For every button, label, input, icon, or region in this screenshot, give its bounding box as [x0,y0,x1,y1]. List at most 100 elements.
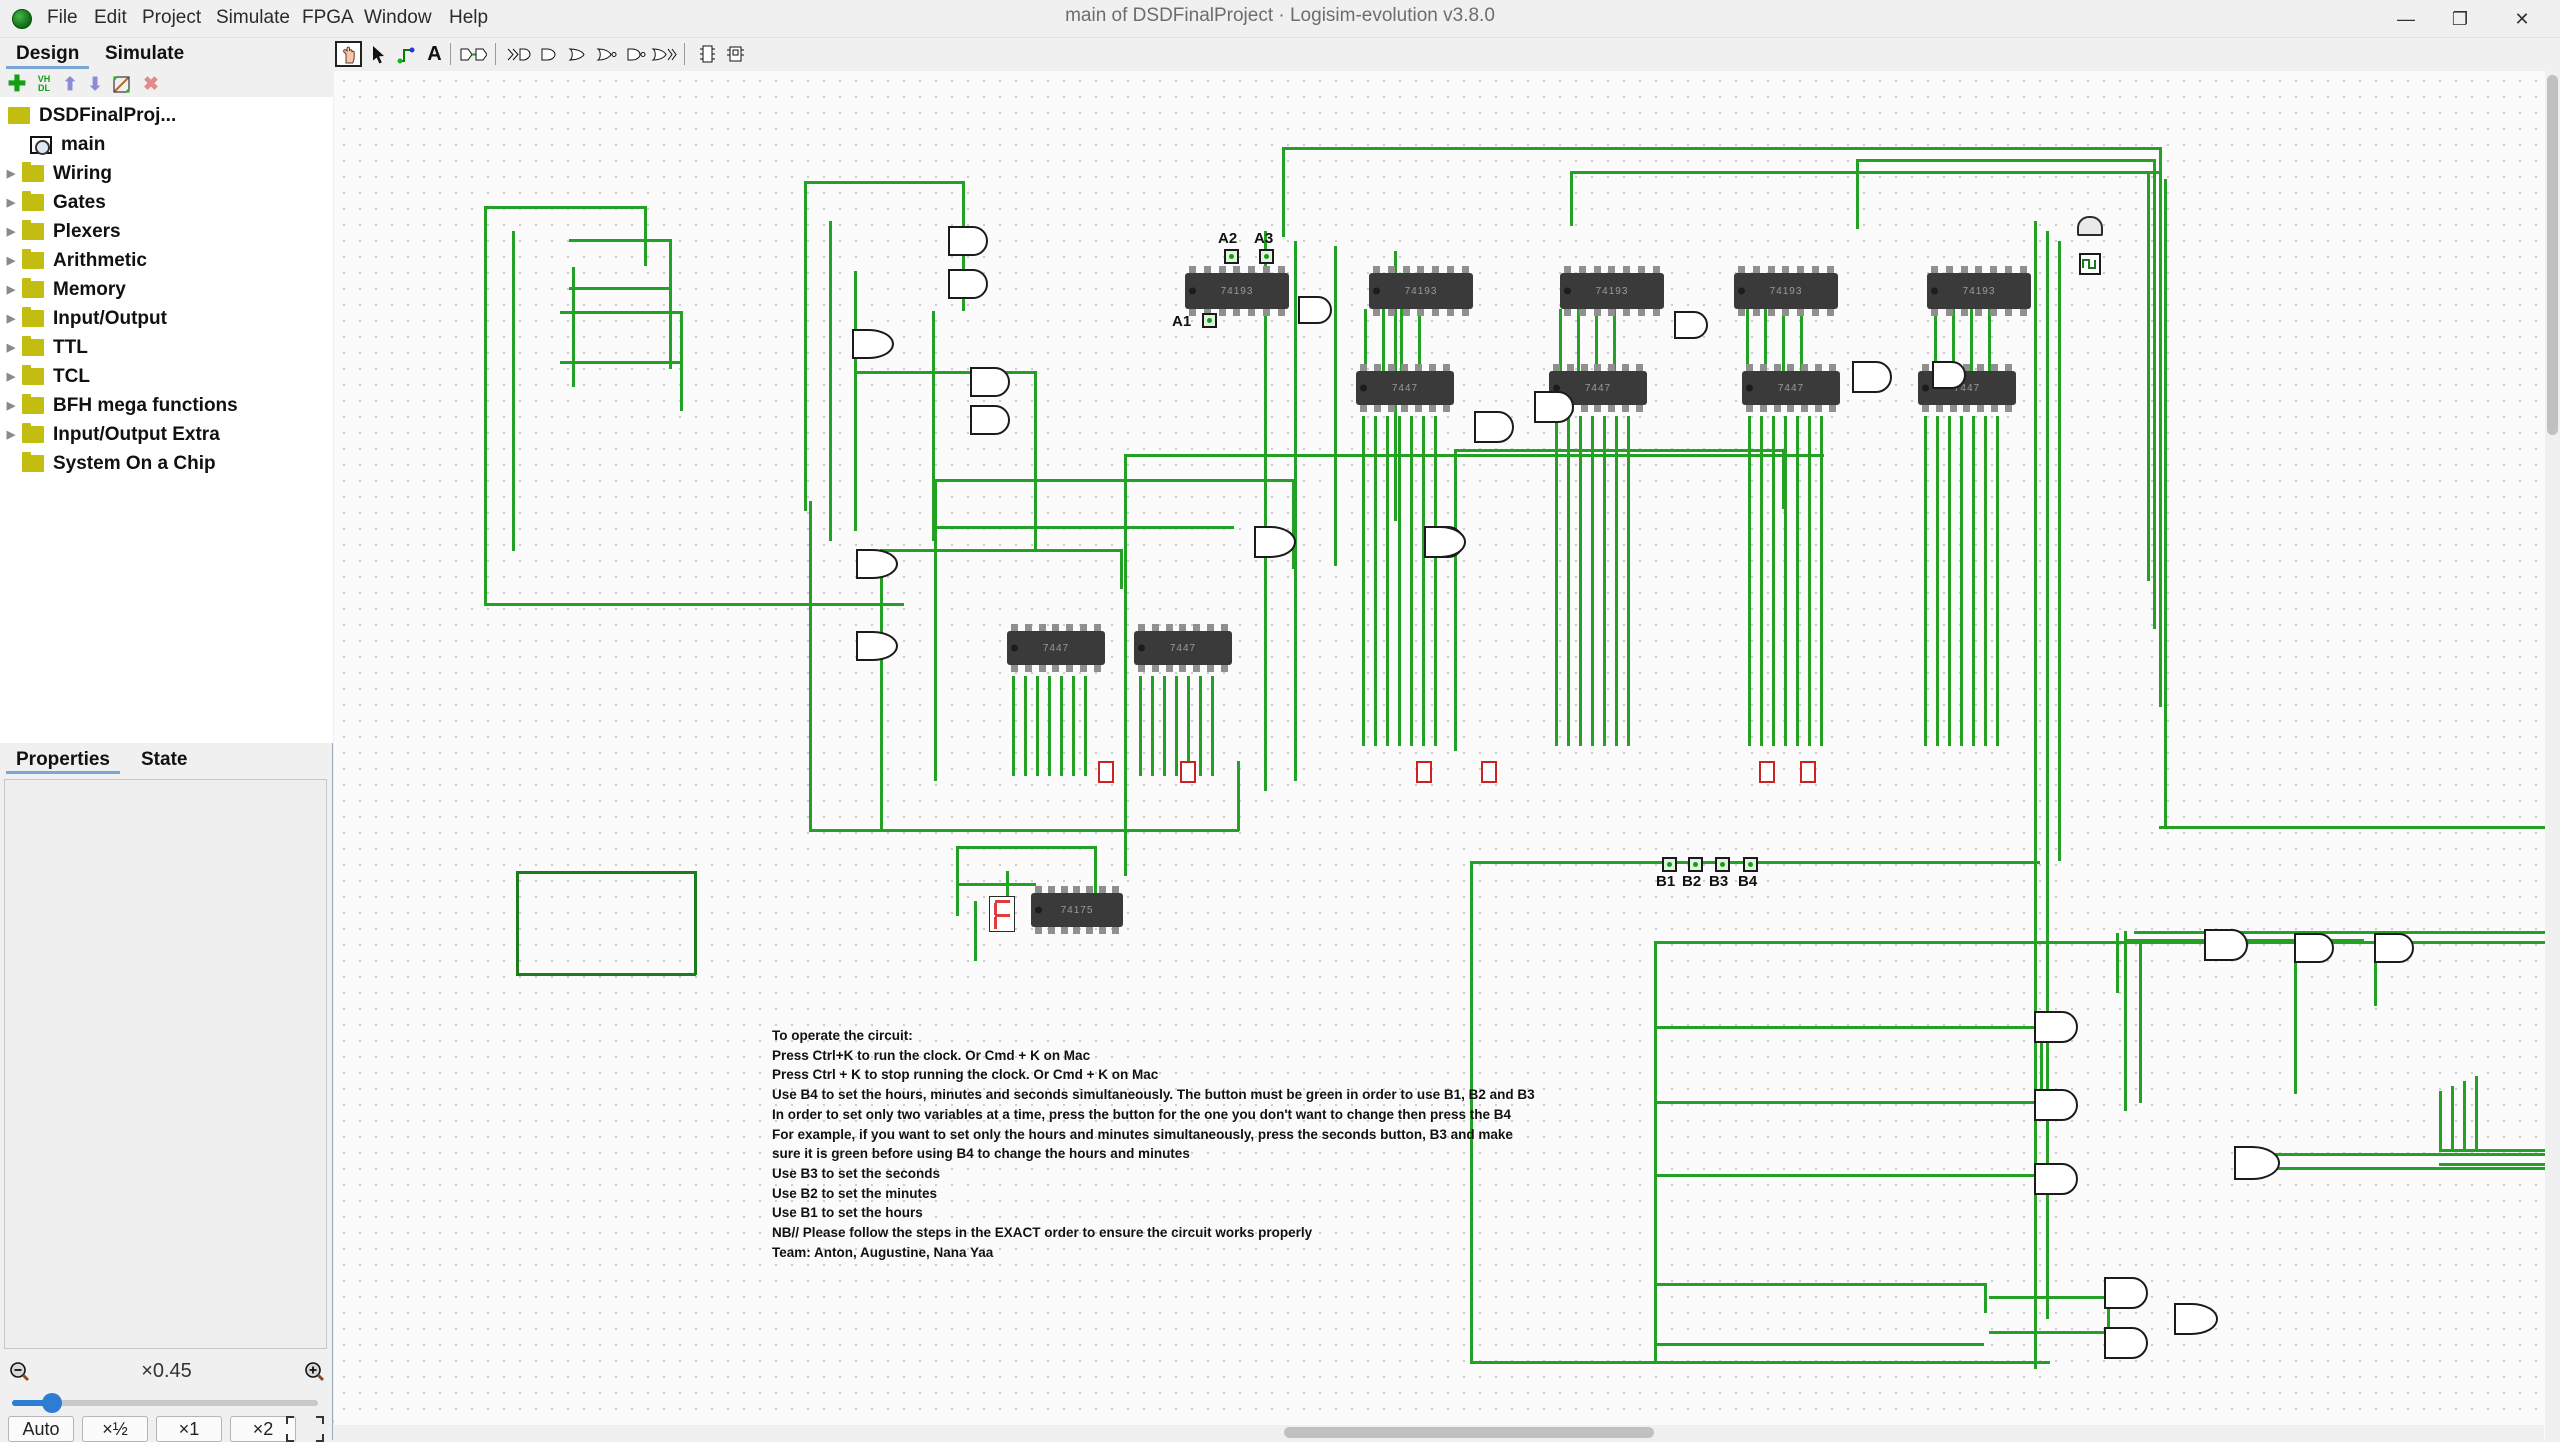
tab-properties[interactable]: Properties [6,747,120,774]
chip-74175[interactable]: 74175 [1031,893,1123,927]
chip-7447-5[interactable]: 7447 [1007,631,1105,665]
circuit-canvas[interactable]: 74193 74193 74193 74193 74193 7447 7447 … [334,71,2560,1411]
nand-gate-tool-icon[interactable] [592,41,619,67]
chevron-right-icon[interactable]: ▶ [0,341,22,354]
tab-simulate[interactable]: Simulate [95,40,194,69]
chevron-right-icon[interactable]: ▶ [0,167,22,180]
tree-item-tcl[interactable]: ▶ TCL [0,362,333,391]
chip-74193-4[interactable]: 74193 [1734,273,1838,309]
tree-item-memory[interactable]: ▶ Memory [0,275,333,304]
chevron-right-icon[interactable]: ▶ [0,370,22,383]
nor-gate-tool-icon[interactable] [621,41,648,67]
circuit-tree[interactable]: DSDFinalProj... main ▶ Wiring ▶ Gates ▶ … [0,97,333,743]
zoom-slider[interactable] [12,1393,318,1413]
button-b2[interactable] [1688,857,1703,872]
seven-segment-display[interactable] [1098,761,1114,783]
and-gate[interactable] [2034,1163,2078,1195]
tree-item-plexers[interactable]: ▶ Plexers [0,217,333,246]
chevron-right-icon[interactable]: ▶ [0,196,22,209]
or-gate-tool-icon[interactable] [563,41,590,67]
xor-gate-tool-icon[interactable] [650,41,677,67]
and-gate[interactable] [2374,933,2414,963]
menu-help[interactable]: Help [440,4,497,32]
button-a2[interactable] [1224,249,1239,264]
horizontal-scrollbar[interactable] [334,1425,2544,1440]
menu-window[interactable]: Window [355,4,441,32]
chip-7447-3[interactable]: 7447 [1742,371,1840,405]
tree-item-gates[interactable]: ▶ Gates [0,188,333,217]
chip-74193-2[interactable]: 74193 [1369,273,1473,309]
add-circuit-button[interactable]: ✚ [6,71,28,96]
vhdl-button[interactable]: VH DL [31,74,57,94]
and-gate[interactable] [970,405,1010,435]
chip-74193-3[interactable]: 74193 [1560,273,1664,309]
move-up-button[interactable]: ⬆ [60,74,80,94]
chevron-right-icon[interactable]: ▶ [0,225,22,238]
zoom-half-button[interactable]: ×½ [82,1416,148,1442]
menu-file[interactable]: File [38,4,87,32]
tree-item-ttl[interactable]: ▶ TTL [0,333,333,362]
and-gate[interactable] [2104,1277,2148,1309]
menu-edit[interactable]: Edit [85,4,136,32]
seven-segment-display[interactable] [1800,761,1816,783]
and-gate[interactable] [2204,929,2248,961]
or-gate[interactable] [856,549,898,579]
text-tool-icon[interactable]: A [421,41,448,67]
and-gate[interactable] [970,367,1010,397]
or-gate[interactable] [1254,526,1296,558]
and-gate[interactable] [2034,1089,2078,1121]
chevron-right-icon[interactable]: ▶ [0,399,22,412]
seven-segment-display-main[interactable] [989,896,1015,932]
poke-tool-icon[interactable] [335,41,362,67]
zoom-slider-knob[interactable] [42,1393,62,1413]
or-gate[interactable] [2234,1146,2280,1180]
and-gate[interactable] [948,226,988,256]
zoom-fit-frame-button[interactable] [286,1416,324,1442]
close-button[interactable]: ✕ [2496,0,2548,38]
tree-item-main[interactable]: main [0,130,333,159]
and-gate-tool-icon[interactable] [534,41,561,67]
chip-74193-5[interactable]: 74193 [1927,273,2031,309]
wiring-tool-icon[interactable] [393,41,420,67]
tree-item-project[interactable]: DSDFinalProj... [0,101,333,130]
tree-item-input-output-extra[interactable]: ▶ Input/Output Extra [0,420,333,449]
delete-button[interactable]: ✖ [140,74,162,95]
zoom-auto-button[interactable]: Auto [8,1416,74,1442]
not-gate-tool-icon[interactable] [505,41,532,67]
tree-item-wiring[interactable]: ▶ Wiring [0,159,333,188]
and-gate[interactable] [948,269,988,299]
circuit-canvas-wrapper[interactable]: 74193 74193 74193 74193 74193 7447 7447 … [334,71,2560,1440]
seven-segment-display[interactable] [1180,761,1196,783]
or-gate[interactable] [856,631,898,661]
nand-gate[interactable] [1852,361,1892,393]
or-gate[interactable] [2174,1303,2218,1335]
and-gate[interactable] [1298,296,1332,324]
clock-component[interactable] [2079,253,2101,275]
seven-segment-display[interactable] [1416,761,1432,783]
button-a3[interactable] [1259,249,1274,264]
button-b3[interactable] [1715,857,1730,872]
and-gate[interactable] [2294,933,2334,963]
zoom-in-icon[interactable] [303,1361,327,1385]
chevron-right-icon[interactable]: ▶ [0,428,22,441]
menu-fpga[interactable]: FPGA [293,4,363,32]
button-b4[interactable] [1743,857,1758,872]
chevron-right-icon[interactable]: ▶ [0,254,22,267]
tab-design[interactable]: Design [6,40,90,69]
tab-state[interactable]: State [131,747,197,774]
chip-74193-1[interactable]: 74193 [1185,273,1289,309]
circuit-note[interactable]: To operate the circuit: Press Ctrl+K to … [772,1026,1535,1262]
or-gate[interactable] [852,329,894,359]
vertical-scrollbar[interactable] [2545,71,2560,1425]
seven-segment-display[interactable] [1481,761,1497,783]
button-a1[interactable] [1202,313,1217,328]
button-b1[interactable] [1662,857,1677,872]
seven-segment-display[interactable] [1759,761,1775,783]
or-gate[interactable] [1424,526,1466,558]
clock-bell-icon[interactable] [2077,216,2103,236]
select-tool-icon[interactable] [365,41,392,67]
zoom-1x-button[interactable]: ×1 [156,1416,222,1442]
and-gate[interactable] [1674,311,1708,339]
nand-gate[interactable] [1534,391,1574,423]
horizontal-scrollbar-thumb[interactable] [1284,1427,1654,1438]
